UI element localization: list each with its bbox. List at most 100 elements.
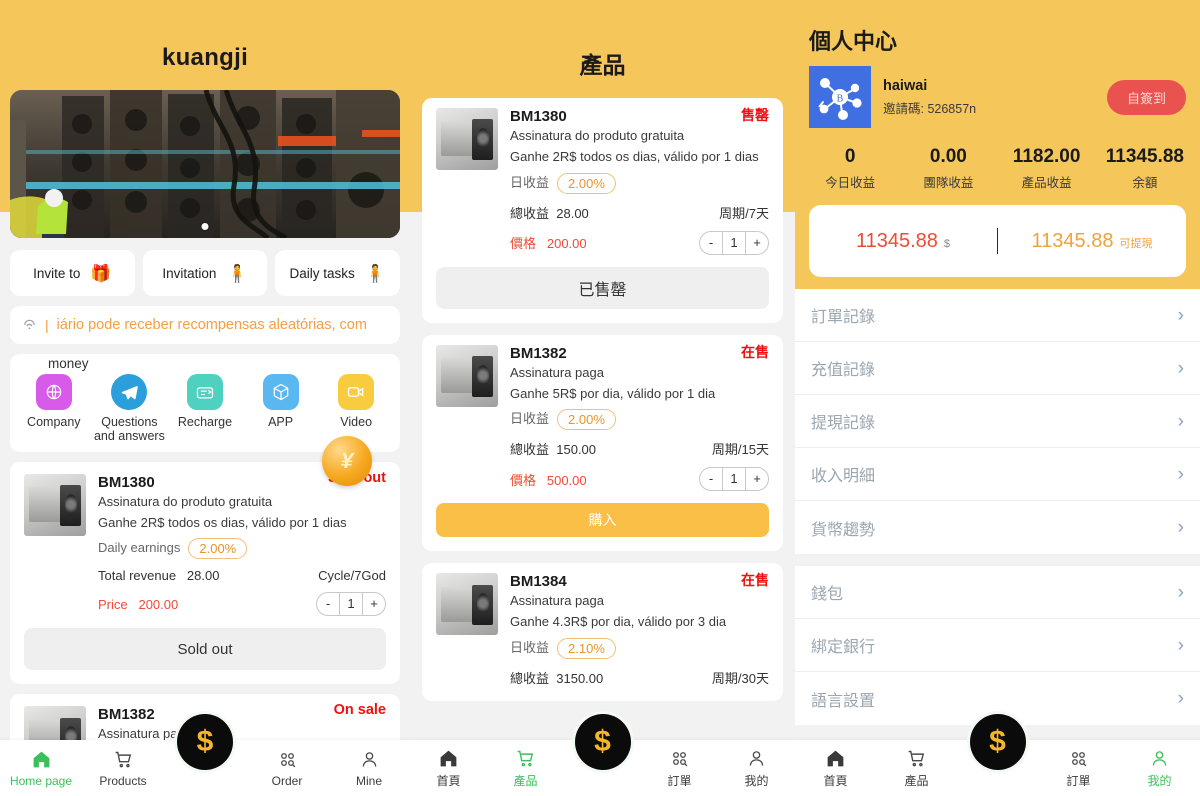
bitcoin-network-icon: B (809, 66, 871, 128)
tab-mine[interactable]: 我的 (718, 747, 795, 789)
product-card[interactable]: 售罄 BM1380 Assinatura do produto gratuita… (422, 98, 783, 323)
quantity-stepper[interactable]: - 1 + (699, 467, 769, 492)
cart-icon (906, 747, 927, 769)
quantity-stepper[interactable]: - 1 + (316, 592, 386, 617)
panel-products-chinese: 產品 售罄 BM1380 Assinatura do produto gratu… (410, 0, 795, 796)
shortcut-questions[interactable]: Questions and answers (92, 374, 168, 444)
tab-order[interactable]: Order (246, 749, 328, 788)
tab-mine[interactable]: Mine (328, 749, 410, 788)
menu-item-order-records[interactable]: 訂單記錄 › (795, 289, 1200, 342)
price-label: Price (98, 596, 128, 612)
product-card[interactable]: Sold out BM1380 Assinatura do produto gr… (10, 461, 400, 685)
menu-item-label: 語言設置 (811, 692, 876, 710)
quick-action-daily-tasks[interactable]: Daily tasks 🧍 (275, 250, 401, 296)
product-desc-line2: Ganhe 5R$ por dia, válido por 1 dia (510, 385, 716, 401)
stat-label: 余額 (1132, 176, 1158, 190)
page-title: kuangji (161, 44, 249, 71)
panel-home-english: kuangji Invite to 🎁 Invitation 🧍 Daily t… (0, 0, 410, 796)
hero-banner[interactable] (10, 90, 400, 238)
tab-products[interactable]: 產品 (876, 747, 957, 789)
quick-action-invite-to[interactable]: Invite to 🎁 (10, 250, 135, 296)
tab-label: Order (271, 773, 303, 788)
stat-team-earnings: 0.00 團隊收益 (899, 146, 997, 191)
stepper-increment[interactable]: + (746, 468, 768, 490)
menu-item-wallet[interactable]: 錢包 › (795, 566, 1200, 619)
daily-rate-label: 日收益 (510, 411, 550, 427)
total-revenue-label: 總收益 (510, 671, 550, 687)
quantity-stepper[interactable]: - 1 + (699, 230, 769, 255)
chevron-right-icon: › (1177, 634, 1184, 656)
stepper-decrement[interactable]: - (317, 593, 339, 615)
product-card[interactable]: 在售 BM1384 Assinatura paga Ganhe 4.3R$ po… (422, 563, 783, 702)
notice-separator: | (45, 317, 49, 333)
shortcut-company[interactable]: Company (16, 374, 92, 444)
tab-products[interactable]: Products (82, 749, 164, 788)
tab-order[interactable]: 訂單 (1038, 747, 1119, 789)
tab-home-page[interactable]: Home page (0, 749, 82, 788)
status-badge: 售罄 (741, 107, 769, 123)
stat-label: 今日收益 (825, 176, 876, 190)
person-task-icon: 🧍 (364, 263, 386, 283)
product-desc-line2: Ganhe 4.3R$ por dia, válido por 3 dia (510, 614, 727, 630)
shortcut-recharge[interactable]: Recharge (167, 374, 243, 444)
wallet-transfer-icon (186, 374, 223, 410)
price-value: 200.00 (546, 236, 587, 252)
stepper-value[interactable]: 1 (722, 231, 746, 254)
balance-withdrawable-unit: 可提現 (1119, 237, 1153, 250)
stepper-decrement[interactable]: - (700, 232, 722, 254)
tab-mine[interactable]: 我的 (1119, 747, 1200, 789)
floating-coin-icon[interactable] (322, 436, 372, 486)
tab-home[interactable]: 首頁 (795, 747, 876, 789)
cart-icon (113, 749, 134, 771)
product-card[interactable]: 在售 BM1382 Assinatura paga Ganhe 5R$ por … (422, 334, 783, 552)
menu-item-currency-trend[interactable]: 貨幣趨勢 › (795, 501, 1200, 554)
dollar-fab-button[interactable]: $ (177, 714, 233, 770)
daily-rate-value: 2.00% (188, 538, 248, 560)
stat-value: 1182.00 (1012, 146, 1081, 167)
dollar-fab-button[interactable]: $ (574, 714, 631, 770)
product-name: BM1382 (510, 344, 567, 362)
daily-rate-value: 2.00% (557, 172, 616, 194)
menu-item-income-details[interactable]: 收入明細 › (795, 448, 1200, 501)
menu-item-bind-bank[interactable]: 綁定銀行 › (795, 619, 1200, 672)
user-icon (359, 749, 380, 771)
stepper-value[interactable]: 1 (339, 593, 363, 616)
menu-item-withdraw-records[interactable]: 提現記錄 › (795, 395, 1200, 448)
tab-label: 產品 (904, 774, 929, 788)
stepper-value[interactable]: 1 (722, 468, 746, 491)
quick-action-invitation[interactable]: Invitation 🧍 (142, 250, 268, 296)
tab-label: 首頁 (823, 774, 848, 788)
sold-out-button: Sold out (24, 628, 386, 671)
tab-home[interactable]: 首頁 (410, 747, 487, 789)
buy-button[interactable]: 購入 (436, 503, 769, 538)
svg-text:B: B (837, 94, 844, 105)
menu-item-recharge-records[interactable]: 充值記錄 › (795, 342, 1200, 395)
avatar[interactable]: B (809, 66, 871, 128)
box-icon (262, 374, 299, 410)
chevron-right-icon: › (1177, 357, 1184, 379)
home-icon (31, 749, 52, 771)
home-icon (825, 747, 846, 769)
stepper-increment[interactable]: + (363, 593, 385, 615)
tab-label: 首頁 (436, 774, 461, 788)
carousel-dot[interactable] (201, 223, 209, 230)
sign-in-button[interactable]: 自簽到 (1106, 79, 1186, 115)
chevron-right-icon: › (1177, 688, 1184, 709)
daily-rate-label: Daily earnings (98, 540, 181, 556)
globe-icon (35, 374, 72, 410)
shortcut-app[interactable]: APP (243, 374, 319, 444)
tab-order[interactable]: 訂單 (641, 747, 718, 789)
menu-item-label: 訂單記錄 (811, 309, 876, 326)
menu-item-label: 收入明細 (811, 468, 876, 485)
shortcut-video[interactable]: Video (318, 374, 394, 444)
notice-marquee[interactable]: | iário pode receber recompensas aleatór… (10, 306, 400, 344)
total-revenue-label: 總收益 (510, 442, 550, 458)
stepper-increment[interactable]: + (746, 232, 768, 254)
product-name: BM1380 (510, 108, 567, 125)
product-name: BM1384 (510, 573, 567, 591)
stepper-decrement[interactable]: - (700, 468, 722, 490)
tab-label: 產品 (513, 774, 538, 788)
stat-label: 團隊收益 (923, 176, 974, 190)
tab-products[interactable]: 產品 (487, 747, 564, 789)
dollar-fab-button[interactable]: $ (969, 714, 1026, 770)
